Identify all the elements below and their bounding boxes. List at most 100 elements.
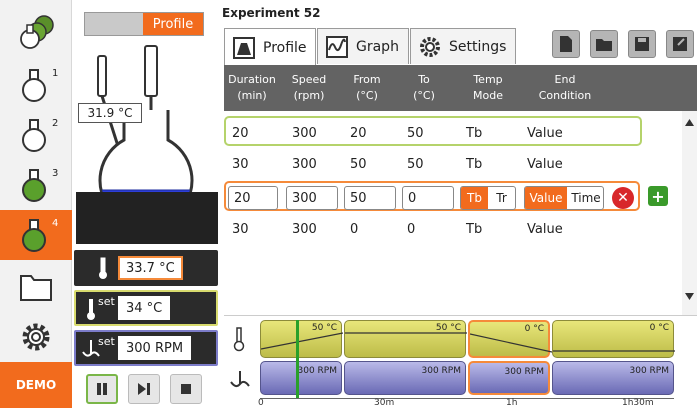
gear-icon — [22, 323, 50, 351]
segment-temp-label: 0 °C — [649, 323, 669, 333]
axis-tick-label: 1h — [506, 398, 518, 408]
delete-step-button[interactable]: ✕ — [612, 187, 634, 209]
timeline-temp-segment[interactable]: 0 °C — [552, 320, 675, 358]
set-label: set — [98, 295, 115, 308]
table-row[interactable]: 30 300 0 0 Tb Value — [224, 214, 682, 244]
cell-speed: 300 — [292, 125, 317, 141]
table-row[interactable]: 30 300 50 50 Tb Value — [224, 149, 682, 179]
temp-mode-tb[interactable]: Tb — [461, 187, 488, 209]
speed-input[interactable]: 300 — [286, 186, 338, 210]
segment-temp-label: 0 °C — [524, 324, 544, 334]
cell-from: 50 — [350, 156, 367, 172]
cell-end-condition: Value — [527, 125, 563, 141]
thermometer-icon — [233, 327, 245, 352]
cell-duration: 30 — [232, 221, 249, 237]
profile-icon — [233, 36, 255, 59]
end-condition-value[interactable]: Value — [525, 187, 567, 209]
nav-all-reactors[interactable] — [0, 8, 72, 58]
cell-to: 50 — [407, 156, 424, 172]
tab-graph[interactable]: Graph — [317, 28, 409, 64]
stirrer-icon — [230, 371, 250, 388]
tab-label: Graph — [356, 38, 399, 55]
skip-next-icon — [138, 383, 150, 395]
axis-tick-label: 30m — [374, 398, 395, 408]
time-axis — [260, 398, 674, 399]
save-as-button[interactable] — [666, 30, 694, 58]
graph-icon — [326, 35, 348, 58]
column-header-duration: Duration (min) — [228, 73, 276, 102]
segment-speed-label: 300 RPM — [297, 366, 338, 376]
progress-marker[interactable] — [296, 320, 299, 398]
end-condition-selector[interactable]: Value Time — [524, 186, 604, 210]
reactor-number: 3 — [52, 168, 59, 179]
run-controls — [72, 368, 220, 408]
flask-icon — [22, 169, 46, 202]
cell-end-condition: Value — [527, 156, 563, 172]
nav-reactor-2[interactable]: 2 — [0, 110, 72, 160]
column-header-end-condition: End Condition — [538, 73, 592, 102]
timeline-speed-segment[interactable]: 300 RPM — [552, 361, 674, 395]
set-label: set — [98, 335, 115, 348]
column-header-speed: Speed (rpm) — [291, 73, 327, 102]
column-header-temp-mode: Temp Mode — [473, 73, 503, 102]
to-input[interactable]: 0 — [402, 186, 454, 210]
timeline-temp-segment[interactable]: 50 °C — [344, 320, 467, 358]
segment-speed-label: 300 RPM — [629, 366, 670, 376]
table-row[interactable]: 20 300 20 50 Tb Value — [224, 116, 642, 146]
from-input[interactable]: 50 — [344, 186, 396, 210]
pause-button[interactable] — [86, 374, 118, 404]
tab-label: Profile — [263, 39, 307, 56]
timeline-speed-segment-selected[interactable]: 300 RPM — [468, 361, 550, 395]
cell-to: 50 — [407, 125, 424, 141]
tab-label: Settings — [449, 38, 507, 55]
next-step-button[interactable] — [128, 374, 160, 404]
reactor-number: 1 — [52, 68, 59, 79]
nav-reactor-1[interactable]: 1 — [0, 60, 72, 110]
cell-duration: 20 — [232, 125, 249, 141]
profile-table-header: Duration (min) Speed (rpm) From (°C) To (°C)… — [224, 65, 697, 111]
end-condition-time[interactable]: Time — [567, 187, 603, 209]
open-folder-icon — [596, 39, 612, 51]
column-header-from: From (°C) — [353, 73, 381, 102]
temp-mode-selector[interactable]: Tb Tr — [460, 186, 516, 210]
tab-profile[interactable]: Profile — [224, 28, 316, 66]
temp-mode-tr[interactable]: Tr — [488, 187, 515, 209]
new-file-icon — [560, 36, 572, 52]
duration-input[interactable]: 20 — [228, 186, 278, 210]
current-temperature: 33.7 °C — [118, 256, 183, 280]
timeline-temp-segment[interactable]: 50 °C — [260, 320, 343, 358]
nav-settings[interactable] — [0, 312, 72, 362]
set-speed-readout[interactable]: set 300 RPM — [74, 330, 218, 366]
scroll-up-icon[interactable] — [685, 119, 694, 126]
new-profile-button[interactable] — [552, 30, 580, 58]
scroll-down-icon[interactable] — [685, 293, 694, 300]
cell-temp-mode: Tb — [466, 221, 483, 237]
save-profile-button[interactable] — [628, 30, 656, 58]
reactor-panel: Profile 31.9 °C 33.7 °C set 34 °C set 30… — [72, 0, 220, 408]
open-profile-button[interactable] — [590, 30, 618, 58]
timeline-speed-segment[interactable]: 300 RPM — [260, 361, 342, 395]
profile-mode-toggle[interactable]: Profile — [84, 12, 204, 36]
timeline-speed-segment[interactable]: 300 RPM — [344, 361, 466, 395]
segment-speed-label: 300 RPM — [421, 366, 462, 376]
table-row-editing[interactable]: 20 300 50 0 Tb Tr Value Time ✕ — [224, 181, 640, 211]
cell-speed: 300 — [292, 221, 317, 237]
flask-icon — [22, 219, 46, 252]
nav-reactor-3[interactable]: 3 — [0, 160, 72, 210]
nav-reactor-4[interactable]: 4 — [0, 210, 72, 260]
thermometer-icon — [99, 257, 107, 279]
flask-icon — [22, 69, 46, 102]
set-temperature: 34 °C — [118, 296, 171, 320]
nav-files[interactable] — [0, 262, 72, 312]
experiment-panel: Experiment 52 Profile Graph Settings Dur… — [220, 0, 697, 408]
profile-timeline: 50 °C 50 °C 0 °C 0 °C 300 RPM 300 RPM 30 — [224, 315, 697, 408]
timeline-temp-segment-selected[interactable]: 0 °C — [468, 320, 552, 358]
add-step-button[interactable]: + — [648, 186, 668, 206]
set-temperature-readout[interactable]: set 34 °C — [74, 290, 218, 326]
save-icon — [635, 37, 649, 51]
table-scrollbar[interactable] — [682, 111, 697, 315]
profile-toggle-label: Profile — [143, 13, 203, 35]
tab-settings[interactable]: Settings — [410, 28, 516, 64]
gear-icon — [420, 36, 440, 57]
stop-button[interactable] — [170, 374, 202, 404]
